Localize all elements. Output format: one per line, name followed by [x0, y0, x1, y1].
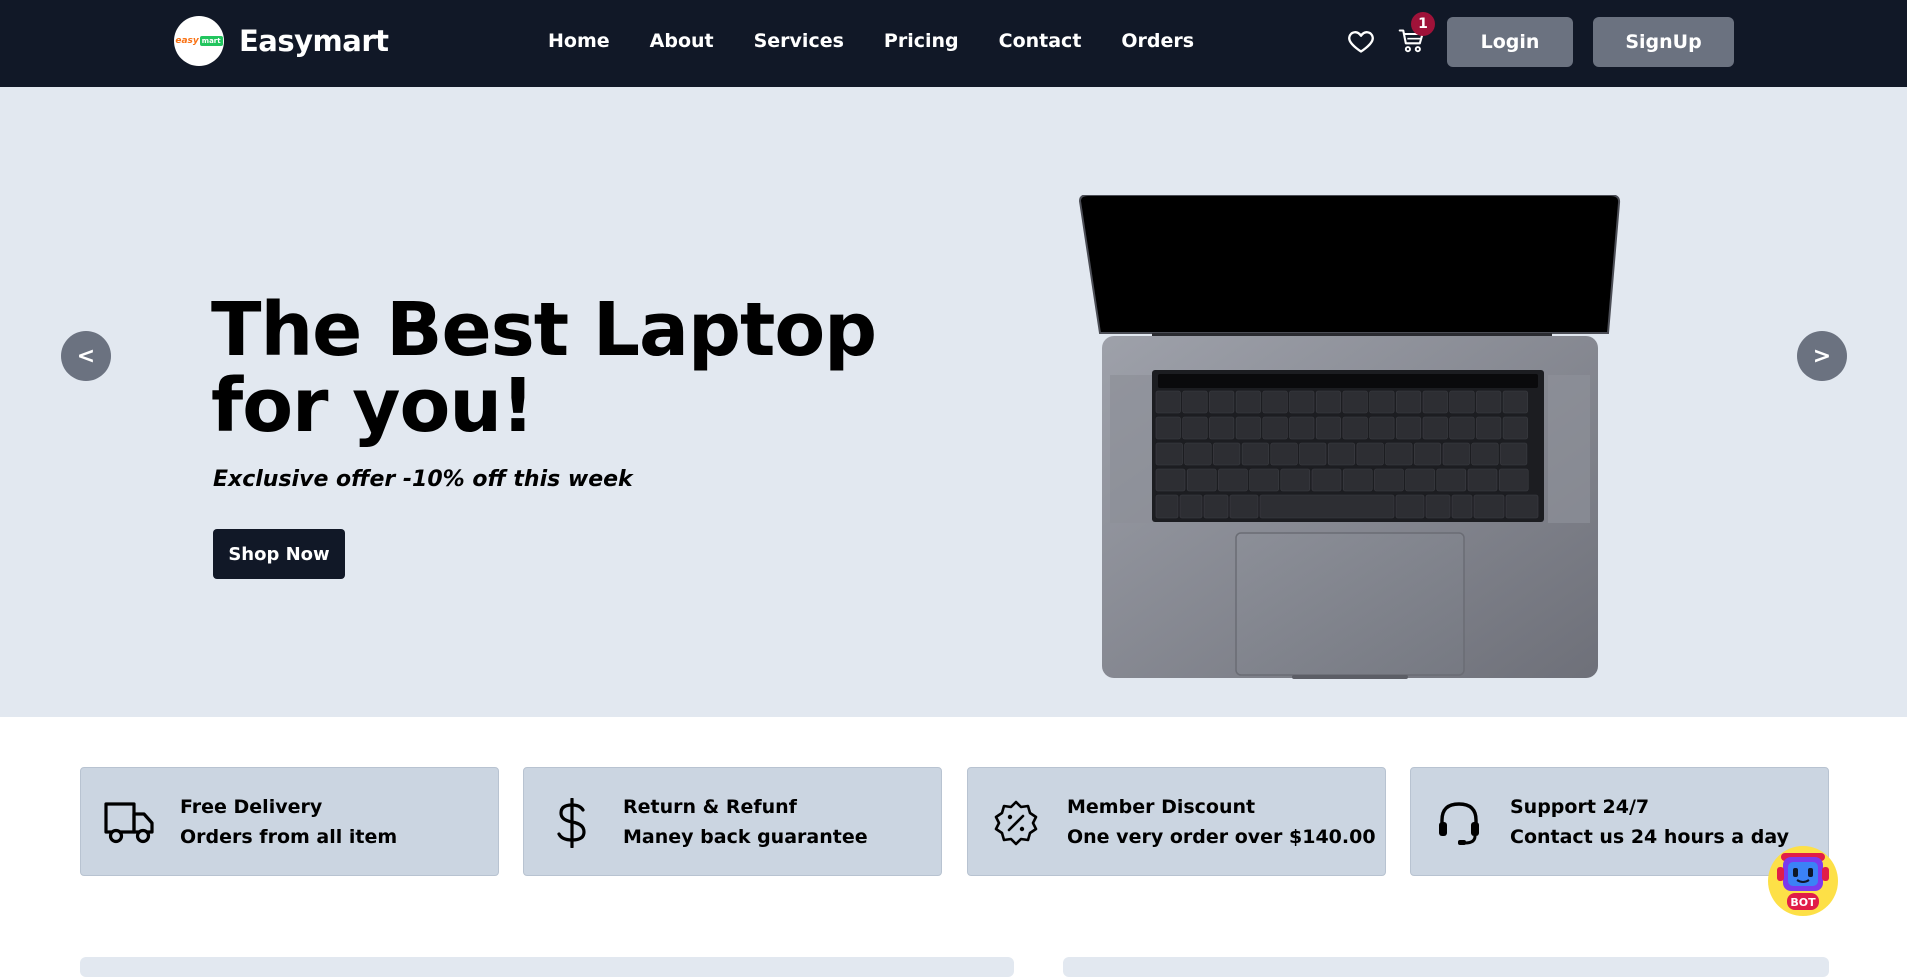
feature-card-delivery: Free Delivery Orders from all item: [80, 767, 499, 876]
feature-desc: Maney back guarantee: [623, 826, 868, 848]
logo-text-easy: easy: [175, 36, 199, 46]
hero-subtitle: Exclusive offer -10% off this week: [213, 467, 633, 492]
shop-now-button[interactable]: Shop Now: [213, 529, 345, 579]
feature-card-discount: Member Discount One very order over $140…: [967, 767, 1386, 876]
logo[interactable]: easy mart: [174, 16, 224, 66]
hero-banner: < The Best Laptop for you! Exclusive off…: [0, 87, 1907, 717]
discount-badge-icon: [994, 800, 1038, 846]
signup-button[interactable]: SignUp: [1593, 17, 1734, 67]
feature-title: Support 24/7: [1510, 796, 1650, 818]
top-navbar: easy mart Easymart Home About Services P…: [0, 0, 1907, 87]
heart-icon[interactable]: [1346, 27, 1376, 55]
cart-count-badge: 1: [1411, 12, 1435, 36]
section-card: [80, 957, 1014, 977]
nav-link-contact[interactable]: Contact: [999, 30, 1082, 52]
bot-label: BOT: [1790, 896, 1816, 909]
feature-card-refund: Return & Refunf Maney back guarantee: [523, 767, 942, 876]
nav-link-services[interactable]: Services: [754, 30, 844, 52]
nav-link-orders[interactable]: Orders: [1121, 30, 1194, 52]
hero-title: The Best Laptop for you!: [211, 287, 877, 449]
nav-link-home[interactable]: Home: [548, 30, 610, 52]
login-button[interactable]: Login: [1447, 17, 1573, 67]
section-card: [1063, 957, 1829, 977]
feature-desc: Orders from all item: [180, 826, 398, 848]
carousel-next-button[interactable]: >: [1797, 331, 1847, 381]
nav-link-pricing[interactable]: Pricing: [884, 30, 959, 52]
feature-desc: Contact us 24 hours a day: [1510, 826, 1789, 848]
logo-text-mart: mart: [199, 36, 223, 46]
feature-title: Free Delivery: [180, 796, 323, 818]
feature-title: Return & Refunf: [623, 796, 797, 818]
brand-name[interactable]: Easymart: [239, 24, 389, 58]
truck-icon: [104, 802, 154, 844]
main-nav: Home About Services Pricing Contact Orde…: [548, 30, 1234, 52]
feature-title: Member Discount: [1067, 796, 1256, 818]
chatbot-launcher-icon[interactable]: BOT: [1767, 845, 1839, 917]
feature-desc: One very order over $140.00: [1067, 826, 1376, 848]
headset-icon: [1439, 802, 1479, 845]
dollar-icon: [557, 798, 586, 848]
nav-link-about[interactable]: About: [650, 30, 714, 52]
laptop-image: [1078, 195, 1621, 679]
carousel-prev-button[interactable]: <: [61, 331, 111, 381]
